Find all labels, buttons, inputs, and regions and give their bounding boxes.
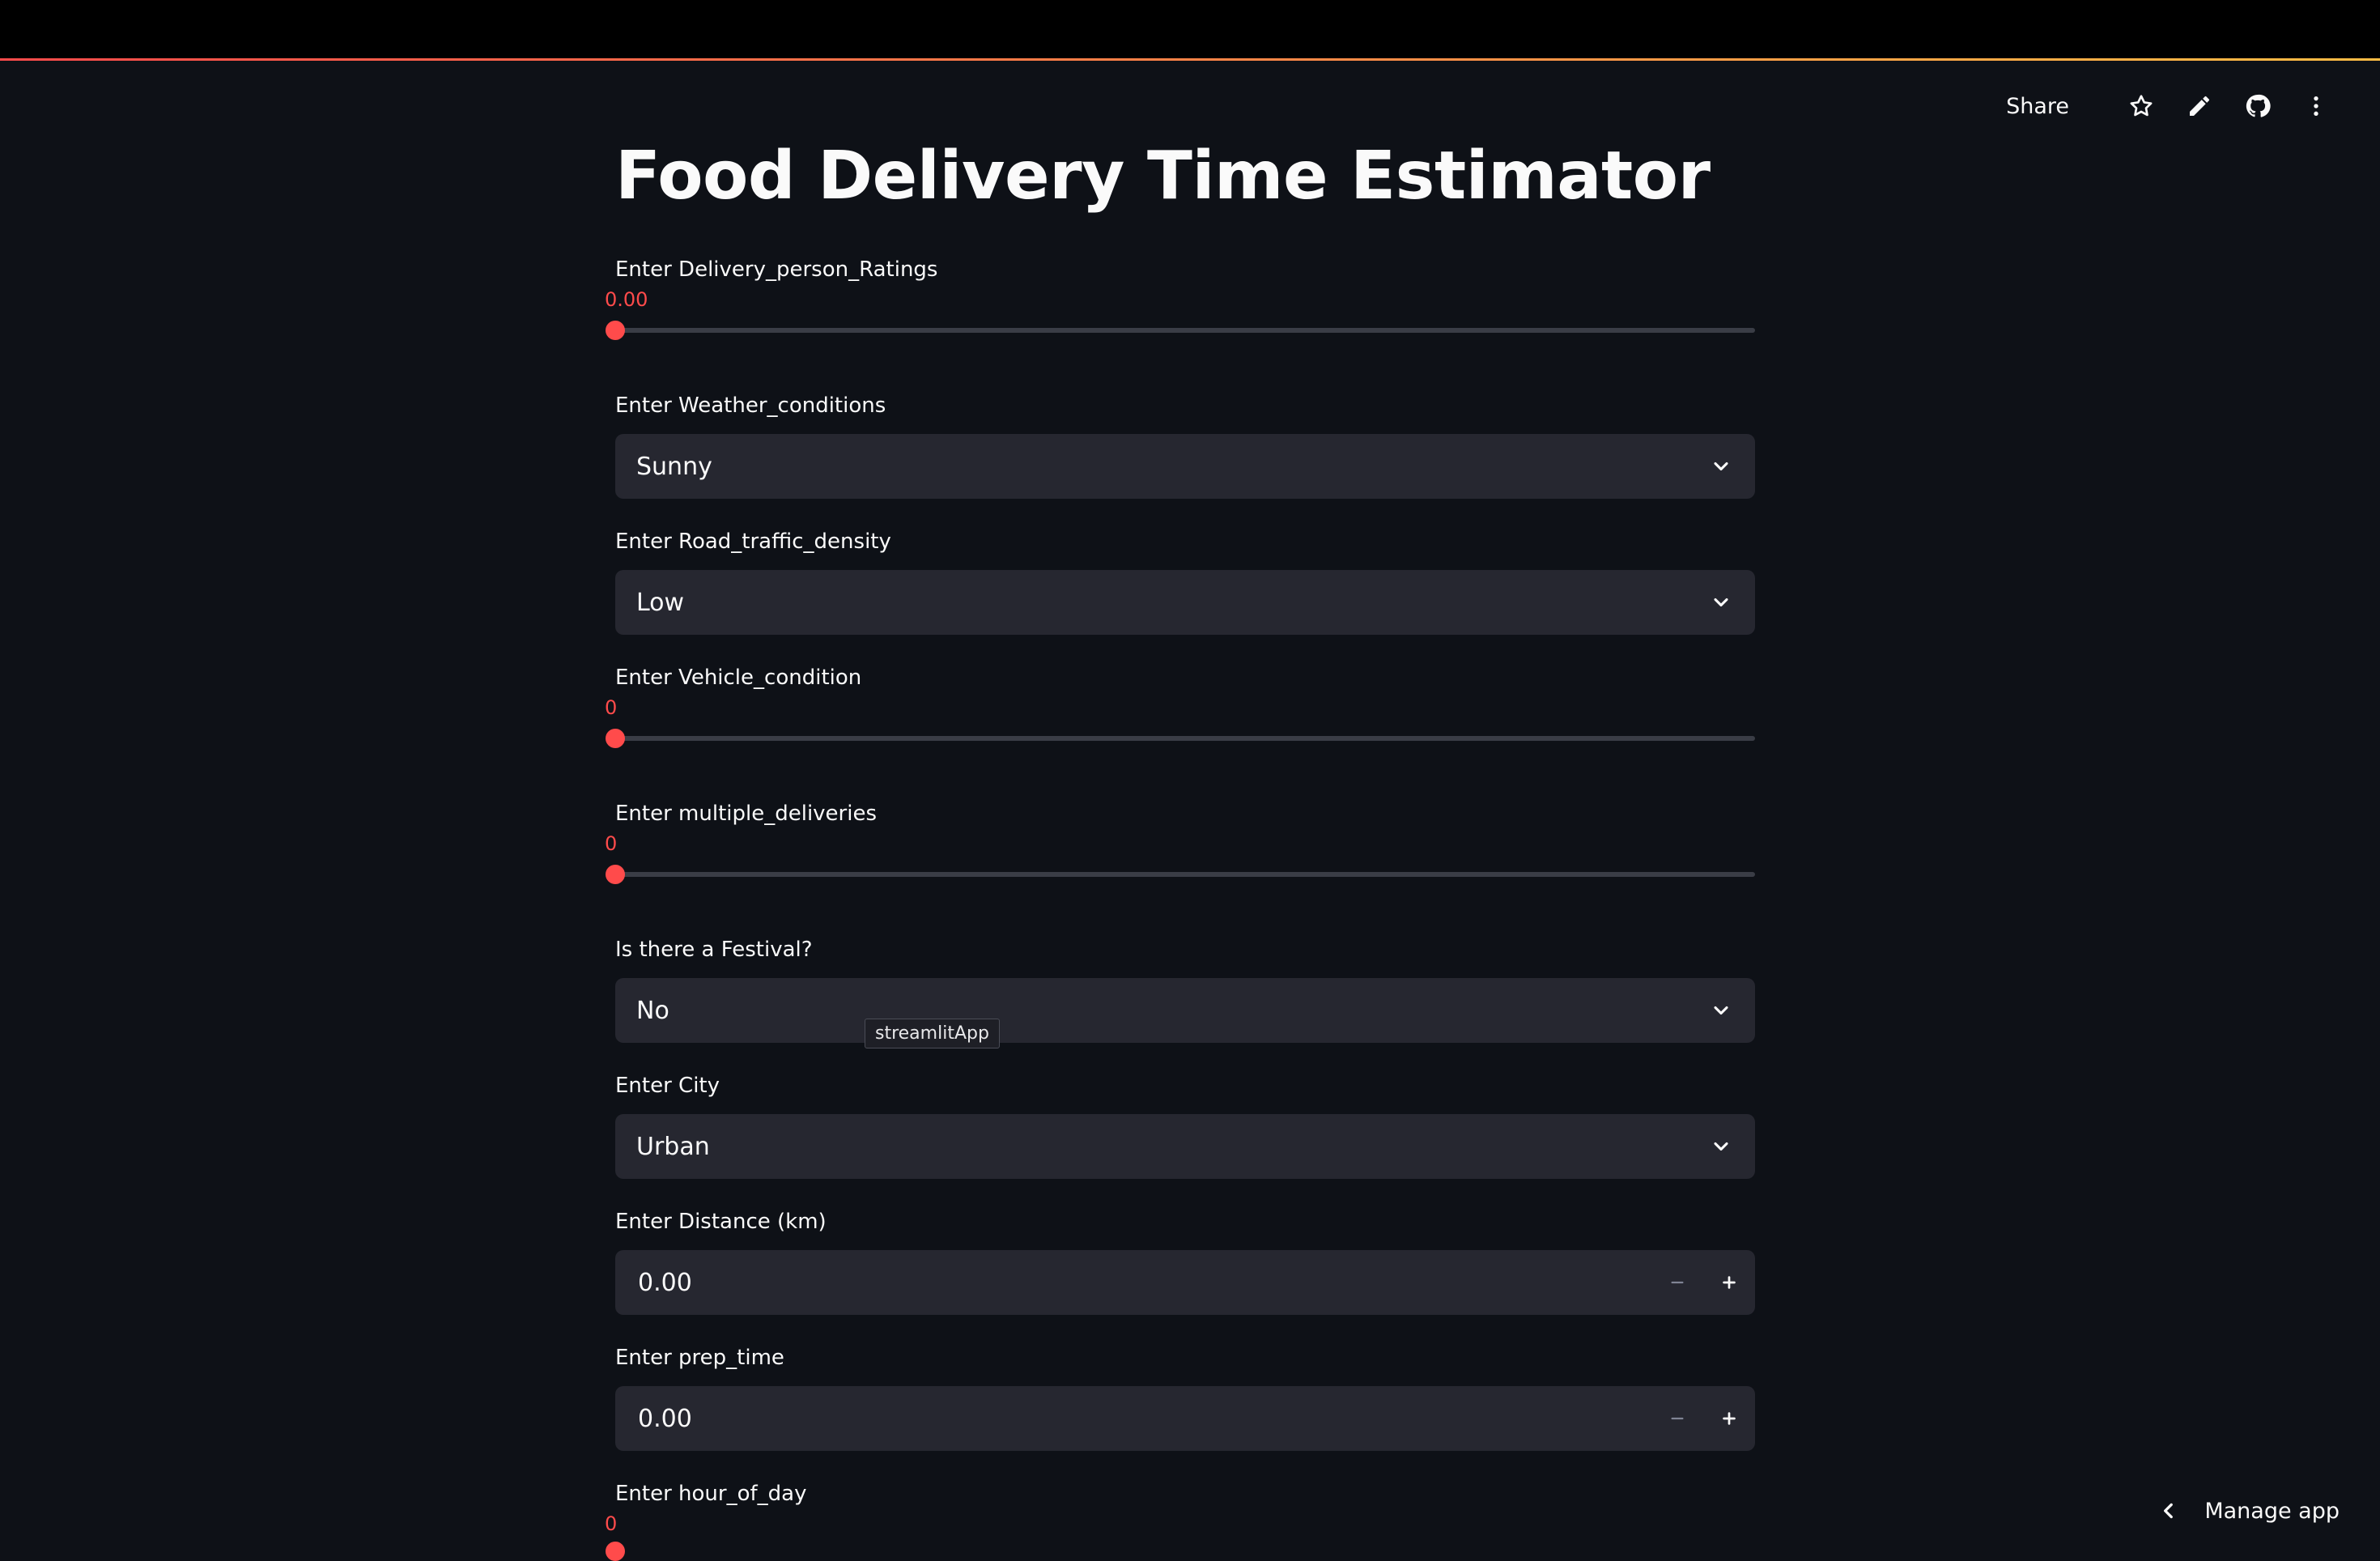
- chevron-left-icon: [2157, 1499, 2180, 1522]
- star-icon[interactable]: [2123, 87, 2160, 125]
- deliveries-value: 0: [605, 832, 618, 855]
- vehicle-label: Enter Vehicle_condition: [615, 666, 862, 690]
- deliveries-slider-thumb[interactable]: [606, 865, 625, 884]
- prep-time-label: Enter prep_time: [615, 1346, 784, 1370]
- weather-select[interactable]: Sunny: [615, 434, 1755, 499]
- prep-time-field[interactable]: [636, 1403, 1651, 1434]
- browser-top-bar: [0, 0, 2380, 59]
- prep-time-increment-button[interactable]: [1703, 1386, 1755, 1451]
- ratings-slider-thumb[interactable]: [606, 321, 625, 340]
- manage-app-button[interactable]: Manage app: [2157, 1495, 2340, 1527]
- hour-value: 0: [605, 1512, 618, 1535]
- vehicle-value: 0: [605, 696, 618, 719]
- manage-app-label: Manage app: [2204, 1498, 2340, 1524]
- chevron-down-icon: [1708, 1134, 1734, 1159]
- chevron-down-icon: [1708, 453, 1734, 479]
- chevron-down-icon: [1708, 589, 1734, 615]
- city-selected-value: Urban: [636, 1132, 710, 1161]
- header-decoration-line: [0, 58, 2380, 61]
- deliveries-label: Enter multiple_deliveries: [615, 802, 878, 826]
- kebab-menu-icon[interactable]: [2297, 87, 2335, 125]
- prep-time-decrement-button[interactable]: [1651, 1386, 1703, 1451]
- hour-slider-thumb[interactable]: [606, 1542, 625, 1561]
- header-actions: Share: [2006, 87, 2335, 125]
- github-icon[interactable]: [2239, 87, 2276, 125]
- share-button[interactable]: Share: [2006, 94, 2069, 119]
- hour-label: Enter hour_of_day: [615, 1482, 807, 1506]
- city-label: Enter City: [615, 1074, 720, 1098]
- pencil-icon[interactable]: [2181, 87, 2218, 125]
- distance-increment-button[interactable]: [1703, 1250, 1755, 1315]
- ratings-value: 0.00: [605, 288, 648, 311]
- prep-time-number-input: [615, 1386, 1755, 1451]
- distance-field[interactable]: [636, 1267, 1651, 1298]
- traffic-select[interactable]: Low: [615, 570, 1755, 635]
- distance-decrement-button[interactable]: [1651, 1250, 1703, 1315]
- festival-select[interactable]: No: [615, 978, 1755, 1043]
- vehicle-slider-track[interactable]: [615, 736, 1755, 741]
- ratings-slider-track[interactable]: [615, 328, 1755, 333]
- page-title: Food Delivery Time Estimator: [615, 138, 1711, 215]
- vehicle-slider-thumb[interactable]: [606, 729, 625, 748]
- ratings-label: Enter Delivery_person_Ratings: [615, 257, 938, 282]
- festival-selected-value: No: [636, 996, 669, 1025]
- city-select[interactable]: Urban: [615, 1114, 1755, 1179]
- traffic-selected-value: Low: [636, 588, 685, 617]
- traffic-label: Enter Road_traffic_density: [615, 530, 891, 554]
- tooltip: streamlitApp: [865, 1019, 1000, 1048]
- distance-label: Enter Distance (km): [615, 1210, 827, 1234]
- chevron-down-icon: [1708, 997, 1734, 1023]
- festival-label: Is there a Festival?: [615, 938, 813, 962]
- weather-selected-value: Sunny: [636, 452, 712, 481]
- deliveries-slider-track[interactable]: [615, 872, 1755, 877]
- weather-label: Enter Weather_conditions: [615, 393, 886, 418]
- distance-number-input: [615, 1250, 1755, 1315]
